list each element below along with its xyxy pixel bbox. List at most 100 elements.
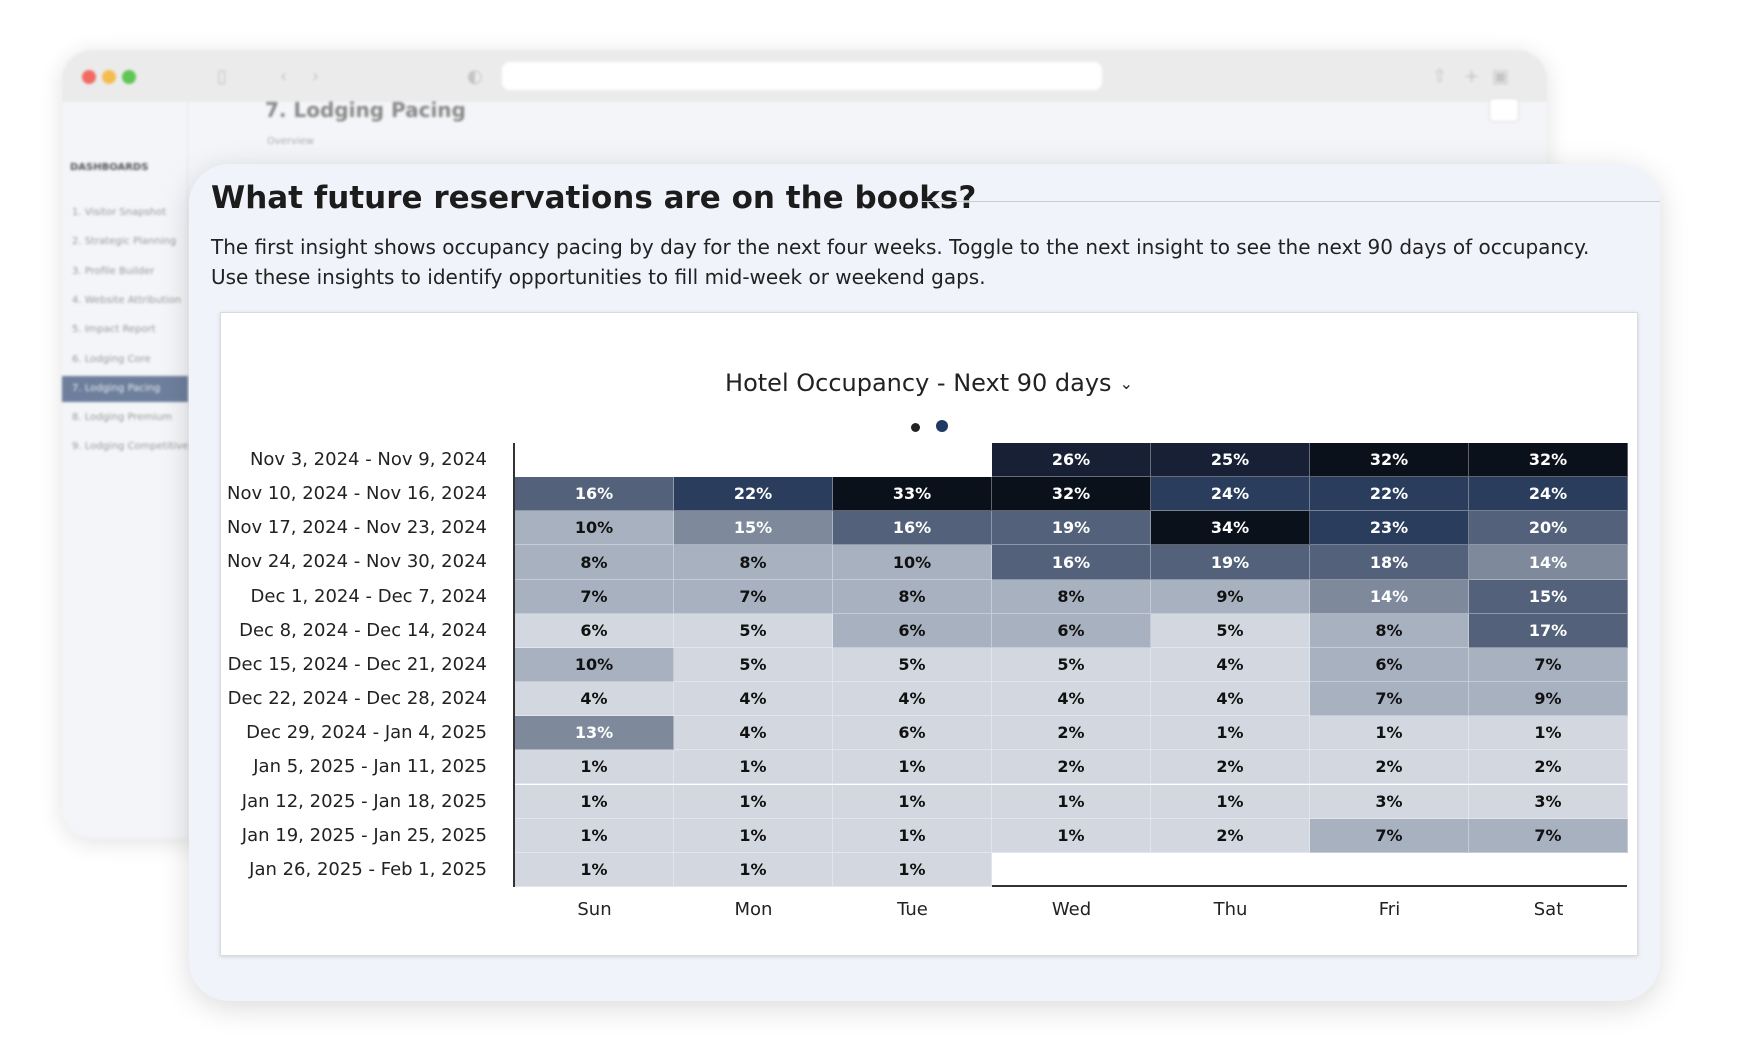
sidebar-item[interactable]: 2. Strategic Planning (62, 229, 188, 255)
heatmap-cell[interactable]: 1% (833, 818, 992, 853)
heatmap-cell[interactable]: 5% (674, 647, 833, 683)
pager-dot[interactable] (910, 423, 920, 432)
heatmap-cell[interactable]: 32% (1469, 443, 1628, 478)
heatmap-cell[interactable]: 5% (1151, 613, 1310, 648)
maximize-window-icon[interactable] (122, 70, 136, 84)
heatmap-cell[interactable]: 9% (1469, 682, 1628, 717)
heatmap-cell[interactable]: 2% (1469, 750, 1628, 785)
address-bar[interactable] (502, 62, 1102, 90)
heatmap-cell[interactable]: 3% (1310, 784, 1469, 819)
heatmap-cell[interactable]: 1% (833, 784, 992, 819)
heatmap-cell[interactable]: 1% (833, 750, 992, 785)
heatmap-cell[interactable]: 8% (833, 579, 992, 614)
heatmap-cell[interactable]: 7% (1310, 818, 1469, 853)
share-icon[interactable]: ⇧ (1432, 66, 1447, 87)
heatmap-cell[interactable]: 7% (1469, 647, 1628, 683)
heatmap-cell[interactable]: 2% (1151, 818, 1310, 853)
heatmap-cell[interactable]: 1% (515, 852, 674, 887)
heatmap-cell[interactable]: 2% (992, 716, 1151, 751)
heatmap-cell[interactable]: 7% (1310, 682, 1469, 717)
heatmap-cell[interactable]: 17% (1469, 613, 1628, 648)
heatmap-cell[interactable]: 18% (1310, 545, 1469, 580)
heatmap-cell[interactable]: 4% (674, 716, 833, 751)
heatmap-cell[interactable]: 1% (1151, 784, 1310, 819)
heatmap-cell[interactable]: 7% (1469, 818, 1628, 853)
pager-dot[interactable] (935, 420, 948, 432)
heatmap-cell[interactable]: 5% (674, 613, 833, 648)
heatmap-cell[interactable]: 9% (1151, 579, 1310, 614)
new-tab-icon[interactable]: + (1464, 66, 1479, 87)
heatmap-cell[interactable]: 24% (1151, 477, 1310, 512)
heatmap-cell[interactable]: 6% (1310, 647, 1469, 683)
heatmap-cell[interactable]: 15% (1469, 579, 1628, 614)
heatmap-cell[interactable]: 1% (992, 784, 1151, 819)
heatmap-cell[interactable]: 10% (515, 647, 674, 683)
heatmap-cell[interactable]: 1% (674, 852, 833, 887)
sidebar-toggle-icon[interactable]: ▯ (217, 66, 227, 87)
sidebar-item[interactable]: 8. Lodging Premium (62, 405, 188, 431)
heatmap-cell[interactable]: 1% (674, 784, 833, 819)
heatmap-cell[interactable]: 10% (515, 511, 674, 546)
page-action-button[interactable] (1489, 98, 1519, 122)
sidebar-item[interactable]: 4. Website Attribution (62, 288, 188, 314)
heatmap-cell[interactable]: 3% (1469, 784, 1628, 819)
heatmap-cell[interactable]: 13% (515, 716, 674, 751)
chevron-down-icon[interactable]: ⌄ (1120, 374, 1133, 393)
heatmap-cell[interactable]: 8% (1310, 613, 1469, 648)
sidebar-item[interactable]: 9. Lodging Competitive (62, 434, 188, 460)
heatmap-cell[interactable]: 6% (992, 613, 1151, 648)
heatmap-cell[interactable]: 7% (674, 579, 833, 614)
heatmap-cell[interactable]: 5% (992, 647, 1151, 683)
heatmap-cell[interactable]: 15% (674, 511, 833, 546)
heatmap-cell[interactable]: 2% (992, 750, 1151, 785)
heatmap-cell[interactable]: 23% (1310, 511, 1469, 546)
sidebar-item[interactable]: 3. Profile Builder (62, 259, 188, 285)
heatmap-cell[interactable]: 32% (1310, 443, 1469, 478)
sidebar-item[interactable]: 5. Impact Report (62, 317, 188, 343)
heatmap-cell[interactable]: 14% (1469, 545, 1628, 580)
heatmap-cell[interactable]: 22% (674, 477, 833, 512)
heatmap-cell[interactable]: 2% (1151, 750, 1310, 785)
heatmap-cell[interactable]: 33% (833, 477, 992, 512)
forward-icon[interactable]: › (312, 66, 319, 87)
heatmap-cell[interactable]: 14% (1310, 579, 1469, 614)
minimize-window-icon[interactable] (102, 70, 116, 84)
heatmap-cell[interactable]: 6% (833, 613, 992, 648)
heatmap-cell[interactable]: 5% (833, 647, 992, 683)
heatmap-cell[interactable]: 1% (674, 818, 833, 853)
heatmap-cell[interactable]: 8% (515, 545, 674, 580)
heatmap-cell[interactable]: 1% (1151, 716, 1310, 751)
heatmap-cell[interactable]: 16% (833, 511, 992, 546)
heatmap-cell[interactable]: 20% (1469, 511, 1628, 546)
heatmap-cell[interactable]: 8% (674, 545, 833, 580)
heatmap-cell[interactable]: 1% (1469, 716, 1628, 751)
sidebar-item[interactable]: 1. Visitor Snapshot (62, 200, 188, 226)
heatmap-cell[interactable]: 6% (515, 613, 674, 648)
heatmap-cell[interactable]: 34% (1151, 511, 1310, 546)
back-icon[interactable]: ‹ (280, 66, 287, 87)
heatmap-cell[interactable]: 2% (1310, 750, 1469, 785)
heatmap-cell[interactable]: 19% (1151, 545, 1310, 580)
heatmap-cell[interactable]: 8% (992, 579, 1151, 614)
close-window-icon[interactable] (82, 70, 96, 84)
heatmap-cell[interactable]: 1% (515, 784, 674, 819)
heatmap-cell[interactable]: 7% (515, 579, 674, 614)
heatmap-cell[interactable]: 6% (833, 716, 992, 751)
heatmap-cell[interactable]: 1% (674, 750, 833, 785)
heatmap-cell[interactable]: 32% (992, 477, 1151, 512)
sidebar-item[interactable]: 7. Lodging Pacing (62, 375, 188, 402)
heatmap-cell[interactable]: 4% (833, 682, 992, 717)
heatmap-cell[interactable]: 4% (1151, 647, 1310, 683)
heatmap-cell[interactable]: 1% (515, 750, 674, 785)
heatmap-cell[interactable]: 10% (833, 545, 992, 580)
heatmap-cell[interactable]: 4% (515, 682, 674, 717)
heatmap-cell[interactable]: 19% (992, 511, 1151, 546)
heatmap-cell[interactable]: 1% (515, 818, 674, 853)
heatmap-cell[interactable]: 16% (992, 545, 1151, 580)
heatmap-cell[interactable]: 1% (833, 852, 992, 887)
tabs-overview-icon[interactable]: ▣ (1492, 66, 1509, 87)
heatmap-cell[interactable]: 24% (1469, 477, 1628, 512)
sidebar-item[interactable]: 6. Lodging Core (62, 347, 188, 373)
heatmap-cell[interactable]: 26% (992, 443, 1151, 478)
heatmap-cell[interactable]: 1% (992, 818, 1151, 853)
